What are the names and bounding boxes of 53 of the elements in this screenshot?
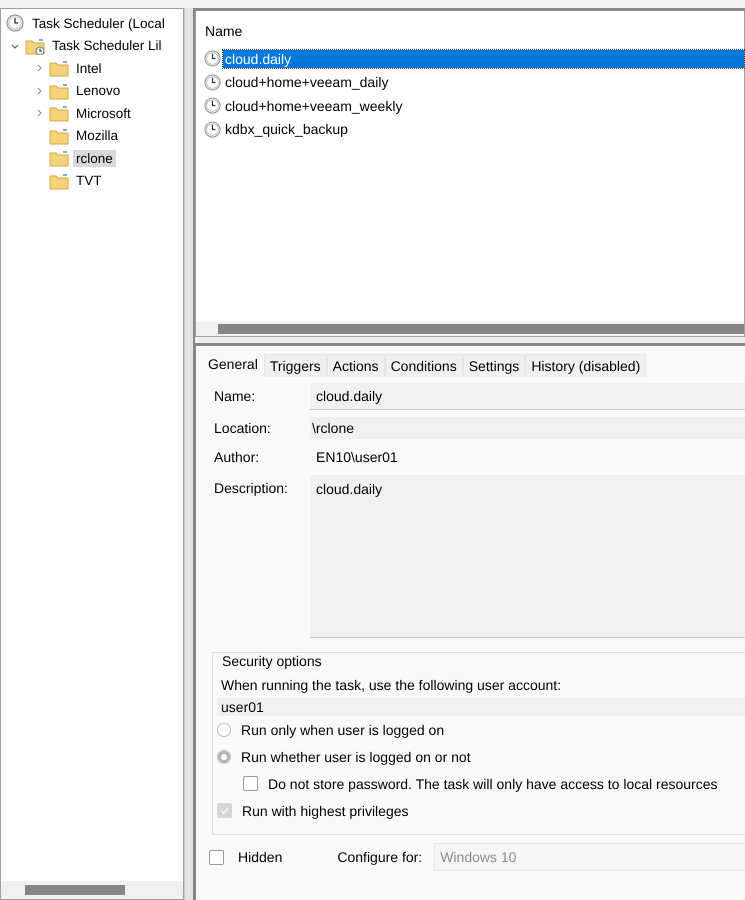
task-row[interactable]: cloud+home+veeam_weekly [223, 96, 744, 115]
clock-icon [204, 74, 221, 91]
folder-clock-icon [25, 36, 45, 55]
clock-icon [204, 50, 221, 68]
task-row[interactable]: cloud+home+veeam_daily [223, 73, 744, 92]
scrollbar-thumb[interactable] [218, 324, 744, 334]
field-label: Author: [214, 448, 260, 465]
folder-icon [49, 104, 69, 122]
text-field[interactable]: cloud.daily [310, 475, 745, 638]
checkbox[interactable] [243, 776, 258, 791]
option-label: Run only when user is logged on [241, 722, 444, 738]
folder-icon [49, 149, 69, 168]
tree-item[interactable]: Task Scheduler Lil [49, 37, 165, 54]
tree-item[interactable]: rclone [73, 150, 116, 167]
tree-item[interactable]: TVT [73, 172, 104, 190]
field-value: EN10\user01 [315, 448, 399, 467]
tab[interactable]: Settings [462, 354, 526, 377]
splitter[interactable] [184, 8, 195, 900]
check-icon [219, 805, 230, 816]
tab[interactable]: Conditions [384, 354, 463, 377]
field-label: Name: [214, 387, 256, 404]
tree-item[interactable]: Intel [73, 60, 105, 77]
task-row[interactable]: kdbx_quick_backup [223, 120, 744, 138]
checkbox-label: Hidden [238, 849, 282, 865]
clock-icon [204, 97, 221, 114]
account-field[interactable]: user01 [217, 698, 745, 716]
tree-item[interactable]: Mozilla [73, 127, 122, 144]
option-label: Run with highest privileges [242, 802, 409, 818]
field-label: Location: [214, 419, 272, 436]
tree-item[interactable]: Task Scheduler (Local [29, 14, 168, 32]
text-field[interactable]: \rclone [310, 417, 745, 439]
folder-icon [49, 172, 69, 190]
tab[interactable]: Actions [326, 354, 385, 377]
option-label: Do not store password. The task will only have access to local resources [268, 776, 718, 792]
tab[interactable]: History (disabled) [525, 354, 646, 377]
tab[interactable]: Triggers [264, 354, 327, 377]
checkbox[interactable] [209, 850, 224, 864]
tree-item[interactable]: Microsoft [73, 104, 134, 122]
column-header[interactable]: Name [196, 23, 744, 47]
prompt-text: When running the task, use the following user account: [220, 676, 562, 693]
field-label: Configure for: [337, 849, 422, 865]
tree-item[interactable]: Lenovo [73, 82, 124, 100]
folder-icon [49, 126, 69, 145]
option-label: Run whether user is logged on or not [241, 748, 471, 764]
radio-button[interactable] [217, 722, 231, 736]
scrollbar-thumb[interactable] [25, 885, 125, 895]
clock-icon [5, 14, 25, 32]
clock-icon [204, 120, 221, 138]
folder-icon [49, 82, 69, 100]
field-label: Description: [214, 479, 289, 496]
text-field[interactable]: cloud.daily [310, 383, 745, 410]
folder-icon [49, 59, 69, 78]
task-row[interactable]: cloud.daily [223, 50, 744, 68]
